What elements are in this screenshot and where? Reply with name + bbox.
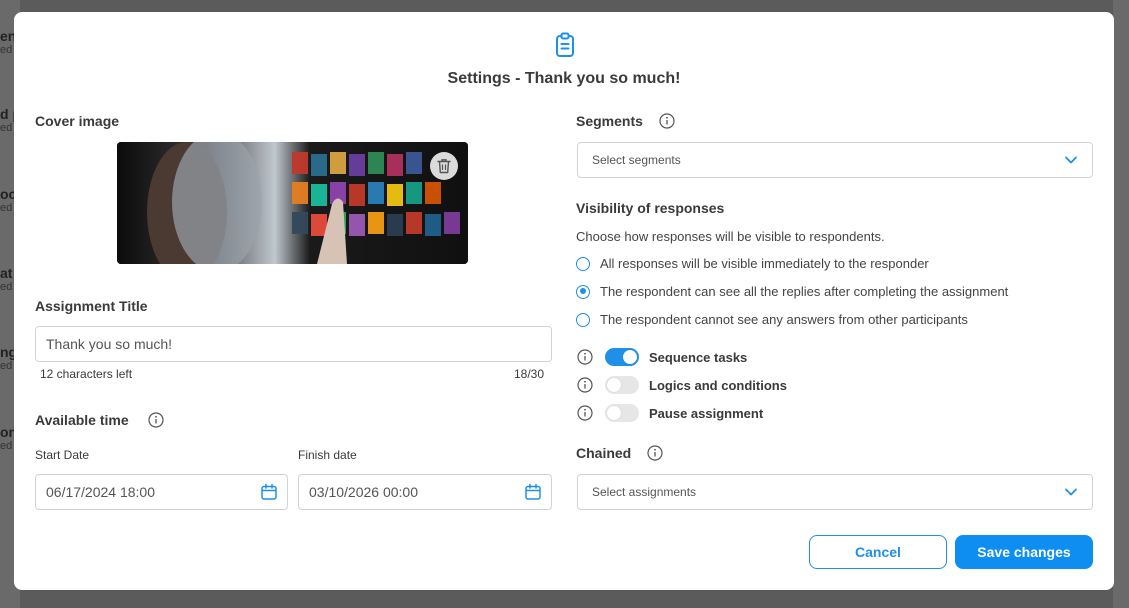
settings-modal: Settings - Thank you so much! Cover imag…	[14, 12, 1114, 590]
sequence-tasks-toggle[interactable]	[605, 348, 639, 366]
visibility-description: Choose how responses will be visible to …	[576, 229, 885, 244]
chained-placeholder: Select assignments	[592, 485, 697, 499]
calendar-icon[interactable]	[260, 483, 278, 501]
segments-select[interactable]: Select segments	[577, 142, 1093, 178]
radio-button[interactable]	[576, 312, 590, 327]
save-changes-button[interactable]: Save changes	[955, 535, 1093, 569]
available-time-label: Available time	[35, 412, 129, 428]
finish-date-value: 03/10/2026 00:00	[309, 484, 418, 500]
visibility-option-label: All responses will be visible immediatel…	[600, 256, 929, 271]
visibility-label: Visibility of responses	[576, 200, 725, 216]
character-count: 18/30	[514, 367, 545, 381]
toggle-label: Sequence tasks	[649, 349, 748, 365]
characters-left-text: 12 characters left	[40, 367, 133, 381]
chevron-down-icon	[1065, 156, 1077, 164]
cancel-button[interactable]: Cancel	[809, 535, 947, 569]
chained-select[interactable]: Select assignments	[577, 474, 1093, 510]
delete-cover-button[interactable]	[430, 152, 458, 180]
info-icon[interactable]	[577, 349, 593, 365]
trash-icon	[437, 159, 451, 174]
start-date-value: 06/17/2024 18:00	[46, 484, 155, 500]
start-date-input[interactable]: 06/17/2024 18:00	[35, 474, 288, 510]
visibility-option-label: The respondent cannot see any answers fr…	[600, 312, 968, 327]
visibility-option-label: The respondent can see all the replies a…	[600, 284, 1009, 299]
background-right-edge	[1113, 0, 1129, 608]
visibility-option[interactable]: The respondent can see all the replies a…	[576, 284, 1008, 299]
cover-image[interactable]	[117, 142, 468, 264]
logics-conditions-toggle[interactable]	[605, 376, 639, 394]
clipboard-icon	[556, 32, 574, 57]
assignment-title-label: Assignment Title	[35, 298, 148, 314]
chevron-down-icon	[1065, 488, 1077, 496]
sequence-tasks-row: Sequence tasks	[577, 348, 747, 366]
pause-assignment-toggle[interactable]	[605, 404, 639, 422]
info-icon[interactable]	[148, 412, 164, 428]
segments-placeholder: Select segments	[592, 153, 681, 167]
logics-conditions-row: Logics and conditions	[577, 376, 787, 394]
finish-date-label: Finish date	[298, 448, 357, 462]
visibility-option[interactable]: The respondent cannot see any answers fr…	[576, 312, 968, 327]
info-icon[interactable]	[577, 377, 593, 393]
toggle-label: Pause assignment	[649, 405, 764, 421]
radio-button-selected[interactable]	[576, 284, 590, 299]
visibility-option[interactable]: All responses will be visible immediatel…	[576, 256, 929, 271]
start-date-label: Start Date	[35, 448, 90, 462]
cover-image-label: Cover image	[35, 113, 120, 129]
pause-assignment-row: Pause assignment	[577, 404, 763, 422]
chained-label: Chained	[576, 445, 632, 461]
cover-photo	[117, 142, 468, 264]
modal-title: Settings - Thank you so much!	[447, 70, 681, 87]
info-icon[interactable]	[659, 113, 675, 129]
radio-button[interactable]	[576, 256, 590, 271]
toggle-label: Logics and conditions	[649, 377, 787, 393]
assignment-title-input[interactable]: Thank you so much!	[35, 326, 552, 362]
segments-label: Segments	[576, 113, 643, 129]
finish-date-input[interactable]: 03/10/2026 00:00	[298, 474, 552, 510]
info-icon[interactable]	[647, 445, 663, 461]
calendar-icon[interactable]	[524, 483, 542, 501]
info-icon[interactable]	[577, 405, 593, 421]
